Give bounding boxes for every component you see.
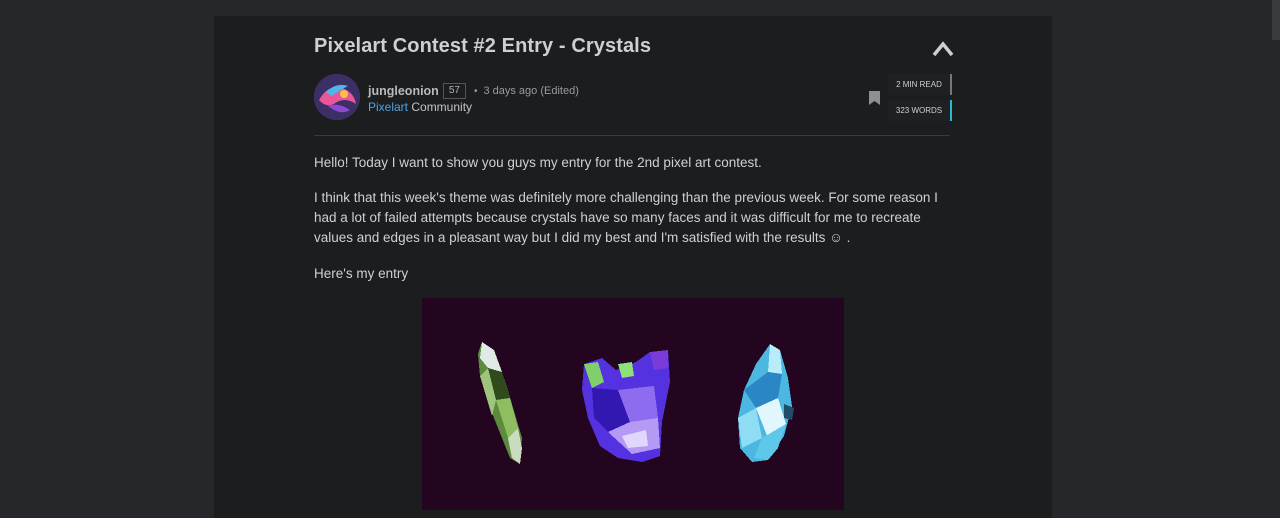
avatar[interactable] [314,74,360,120]
blue-crystal [738,344,794,462]
paragraph-entry: Here's my entry [314,266,409,281]
post-timestamp: 3 days ago (Edited) [483,85,579,97]
header-divider [314,135,950,136]
separator-dot: • [473,85,478,97]
crystals-artwork [478,342,794,464]
avatar-image [314,74,360,120]
bookmark-icon[interactable] [869,91,880,105]
community-link[interactable]: Pixelart [368,100,408,114]
paragraph-theme: I think that this week's theme was defin… [314,190,938,245]
author-line: jungleonion 57 • 3 days ago (Edited) [368,82,579,100]
scrollbar-thumb[interactable] [1272,0,1280,40]
post-title: Pixelart Contest #2 Entry - Crystals [314,35,652,57]
reputation-badge: 57 [442,83,466,99]
read-time-stat: 2 MIN READ [888,74,952,95]
word-count-stat: 323 WORDS [888,100,952,121]
paragraph-intro: Hello! Today I want to show you guys my … [314,155,762,170]
chevron-up-icon[interactable] [932,40,954,58]
crystals-pixel-art-image[interactable] [422,298,844,510]
community-suffix: Community [408,100,473,114]
purple-crystal [582,350,670,462]
post-card: Pixelart Contest #2 Entry - Crystals jun… [214,16,1052,518]
page-scrollbar[interactable] [1272,0,1280,518]
green-crystal [478,342,522,464]
author-name[interactable]: jungleonion [368,84,439,98]
community-line: Pixelart Community [368,100,472,114]
